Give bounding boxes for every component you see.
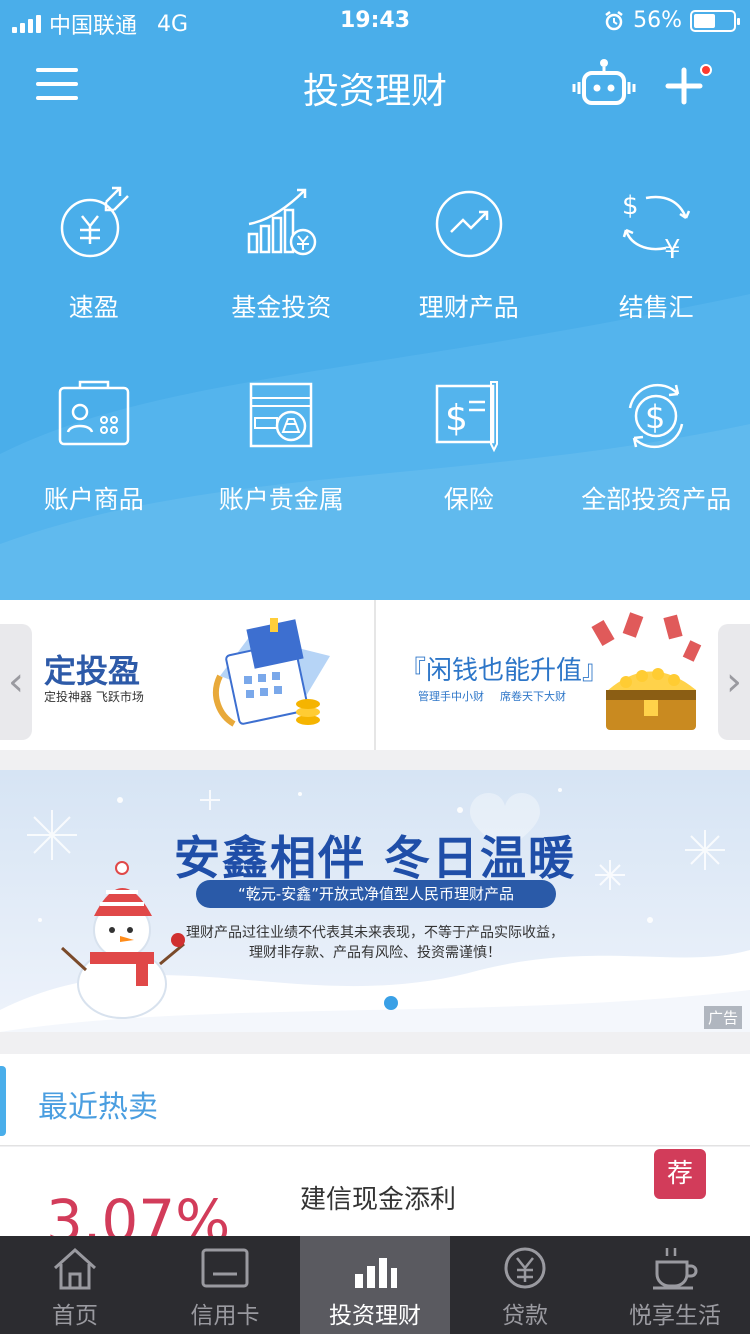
promo-subtitle: 定投神器 飞跃市场 [44, 690, 144, 704]
svg-text:$: $ [645, 398, 665, 436]
credit-card-icon [201, 1248, 249, 1288]
svg-text:¥: ¥ [664, 235, 681, 264]
bottom-tab-bar: 首页 信用卡 投资理财 贷款 悦享生活 [0, 1236, 750, 1334]
section-title: 最近热卖 [38, 1090, 158, 1125]
svg-text:$: $ [622, 191, 639, 221]
promo-title: 『闲钱也能升值』 [400, 656, 609, 686]
quick-item-wealth[interactable]: 理财产品 [375, 184, 563, 324]
app-header: 投资理财 [0, 44, 750, 124]
quick-item-label: 基金投资 [231, 293, 332, 322]
quick-access-panel: 速盈 基金投资 理财产品 $ ¥ 结售汇 账户商品 账户贵金属 $ 保险 $ 全部… [0, 124, 750, 600]
status-bar: 中国联通 4G 19:43 56% [0, 0, 750, 44]
promo-subtitle: 管理手中小财 [418, 690, 484, 703]
product-name: 建信现金添利 [300, 1185, 457, 1215]
tab-label: 首页 [52, 1303, 98, 1329]
tab-label: 贷款 [502, 1303, 548, 1329]
ad-label: 广告 [703, 1006, 742, 1029]
quick-item-label: 账户贵金属 [218, 485, 344, 514]
promo-title: 定投盈 [44, 652, 141, 690]
calendar-illustration [213, 618, 330, 727]
promo-next-button[interactable]: › [718, 624, 750, 740]
promo-strip: ‹ 定投盈 定投神器 飞跃市场 『闲钱也能升值』 管理手中小财 席卷天下大财 › [0, 600, 750, 750]
banner-disclaimer-line1: 理财产品过往业绩不代表其未来表现，不等于产品实际收益， [186, 925, 564, 941]
quick-item-label: 理财产品 [418, 293, 519, 322]
tab-lifestyle[interactable]: 悦享生活 [600, 1236, 750, 1334]
yuan-exchange-icon [60, 186, 129, 258]
tab-label: 投资理财 [329, 1303, 421, 1329]
product-card[interactable]: 3.07% 建信现金添利 荐 [0, 1147, 750, 1247]
recommend-badge: 荐 [654, 1149, 706, 1199]
treasure-chest-illustration [591, 612, 702, 730]
section-accent-bar [0, 1066, 6, 1136]
tab-home[interactable]: 首页 [0, 1236, 150, 1334]
dollar-refresh-icon: $ [629, 383, 684, 449]
carousel-indicator [384, 996, 398, 1010]
quick-item-forex[interactable]: $ ¥ 结售汇 [563, 184, 750, 324]
quick-item-label: 结售汇 [618, 293, 694, 322]
promo-prev-button[interactable]: ‹ [0, 624, 32, 740]
quick-item-fund[interactable]: 基金投资 [188, 184, 376, 324]
tab-investment[interactable]: 投资理财 [300, 1236, 450, 1334]
chevron-right-icon: › [726, 659, 742, 705]
account-card-icon [58, 380, 129, 446]
fund-chart-icon [248, 188, 317, 256]
robot-assistant-icon[interactable] [572, 58, 636, 110]
quick-item-account-commodity[interactable]: 账户商品 [0, 376, 188, 516]
recent-hot-header: 最近热卖 [0, 1054, 750, 1146]
quick-item-label: 保险 [443, 485, 494, 514]
tab-label: 信用卡 [190, 1303, 260, 1329]
quick-item-label: 全部投资产品 [581, 485, 732, 514]
page-title: 投资理财 [302, 71, 447, 112]
trend-circle-icon [435, 190, 502, 258]
banner-headline: 安鑫相伴 冬日温暖 [173, 831, 576, 885]
tab-credit-card[interactable]: 信用卡 [150, 1236, 300, 1334]
ad-banner[interactable]: 安鑫相伴 冬日温暖 “乾元-安鑫”开放式净值型人民币理财产品 理财产品过往业绩不… [0, 770, 750, 1032]
chevron-left-icon: ‹ [8, 659, 24, 705]
bar-chart-icon [355, 1258, 397, 1288]
quick-item-label: 账户商品 [43, 485, 144, 514]
quick-item-all-products[interactable]: $ 全部投资产品 [563, 376, 750, 516]
status-right: 56% [603, 8, 740, 33]
yuan-circle-icon [504, 1247, 546, 1289]
quick-item-insurance[interactable]: $ 保险 [375, 376, 563, 516]
battery-percent: 56% [633, 8, 682, 33]
gold-bar-icon [250, 382, 313, 448]
promo-subtitle: 席卷天下大财 [500, 690, 566, 703]
notification-dot [700, 64, 712, 76]
quick-item-suying[interactable]: 速盈 [0, 184, 188, 324]
promo-divider [374, 600, 376, 750]
home-icon [53, 1247, 97, 1290]
battery-icon [690, 9, 740, 32]
tab-loan[interactable]: 贷款 [450, 1236, 600, 1334]
tab-label: 悦享生活 [629, 1303, 721, 1329]
svg-text:$: $ [445, 398, 468, 439]
quick-item-label: 速盈 [68, 293, 119, 322]
alarm-icon [605, 10, 623, 30]
plus-icon[interactable] [664, 66, 704, 106]
banner-product-pill: “乾元-安鑫”开放式净值型人民币理财产品 [196, 880, 556, 908]
insurance-doc-icon: $ [435, 381, 498, 453]
coffee-cup-icon [653, 1248, 698, 1290]
currency-exchange-icon: $¥ [622, 191, 691, 264]
quick-item-precious-metal[interactable]: 账户贵金属 [188, 376, 376, 516]
banner-disclaimer-line2: 理财非存款、产品有风险、投资需谨慎！ [249, 945, 501, 961]
